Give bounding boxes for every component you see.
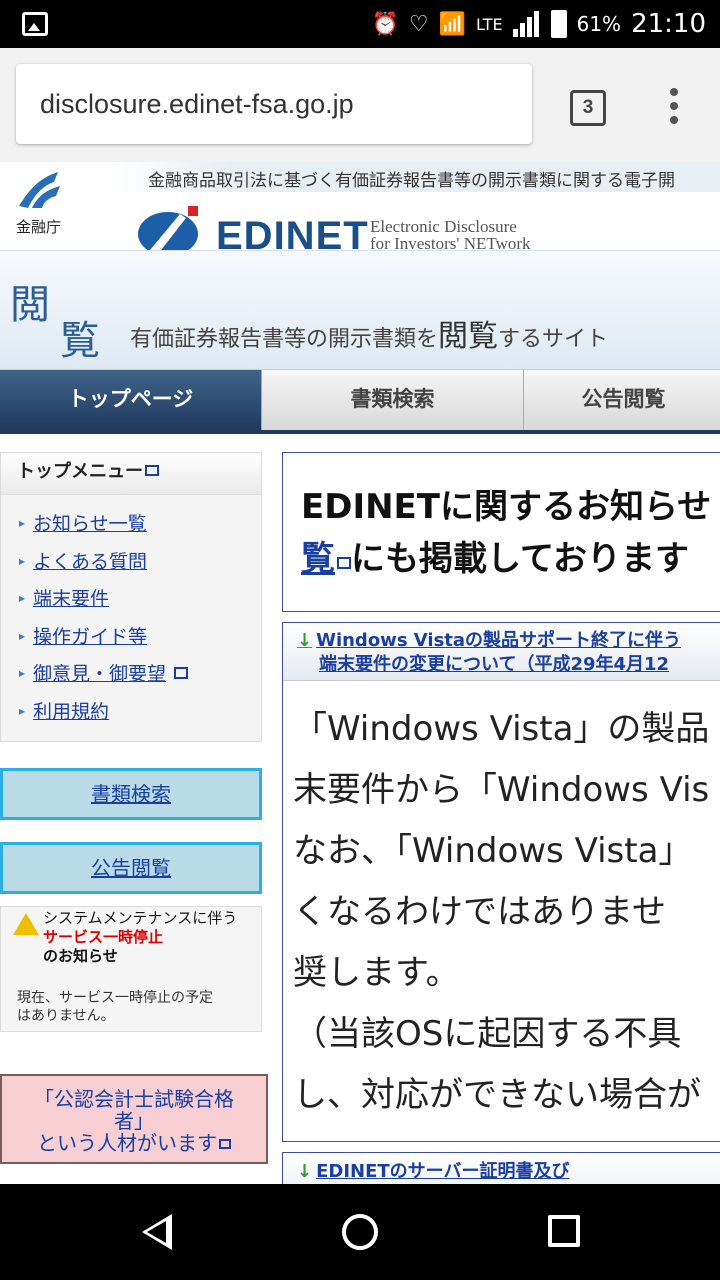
maintenance-title-line1: システムメンテナンスに伴う	[43, 909, 238, 927]
banner-text-c: するサイト	[498, 327, 609, 352]
sidebar-item-label: 御意見・御要望	[33, 663, 167, 685]
new-window-icon	[337, 557, 351, 569]
promo-line3: という人材がいます	[37, 1131, 217, 1155]
promo-line2: 者」	[114, 1109, 154, 1133]
banner-kanji-2: 覧	[60, 318, 100, 364]
top-menu-box: トップメニュー お知らせ一覧 よくある質問 端末要件 操作ガイド等 御意見・御要…	[0, 452, 262, 742]
heart-monitor-icon: ♡	[408, 11, 429, 37]
banner-kanji-1: 閲	[10, 282, 50, 328]
recent-apps-icon[interactable]	[548, 1215, 580, 1247]
article-line: し、対応ができない場合が	[293, 1075, 701, 1115]
news-article: ↓ Windows Vistaの製品サポート終了に伴う 端末要件の変更について（平…	[282, 622, 720, 1142]
sidebar-item-label: 操作ガイド等	[33, 625, 148, 648]
banner-text-b: 閲覧	[438, 319, 499, 354]
public-notice-button[interactable]: 公告閲覧	[0, 842, 262, 894]
maintenance-body-line2: はありません。	[17, 1008, 115, 1024]
sidebar-item-faq[interactable]: よくある質問	[19, 543, 261, 581]
overflow-menu-icon[interactable]	[668, 88, 680, 130]
external-link-icon	[174, 667, 189, 679]
down-arrow-icon: ↓	[297, 630, 313, 651]
public-notice-label: 公告閲覧	[91, 856, 171, 880]
edinet-subtitle-line1: Electronic Disclosure	[370, 217, 517, 236]
sidebar-item-label: お知らせ一覧	[33, 513, 147, 535]
tab-public-notice[interactable]: 公告閲覧	[524, 370, 720, 430]
home-icon[interactable]	[342, 1214, 378, 1250]
sidebar-item-requirements[interactable]: 端末要件	[19, 580, 261, 618]
fsa-name: 金融庁	[16, 218, 62, 236]
battery-icon	[550, 10, 567, 38]
tab-document-search[interactable]: 書類検索	[262, 370, 524, 430]
browser-toolbar: disclosure.edinet-fsa.go.jp 3	[0, 48, 720, 162]
article-line: くなるわけではありませ	[293, 892, 666, 932]
article-title-line1: Windows Vistaの製品サポート終了に伴う	[316, 630, 682, 651]
battery-percent: 61%	[576, 12, 622, 36]
banner-text-a: 有価証券報告書等の開示書類を	[130, 327, 439, 352]
new-window-icon	[145, 465, 159, 476]
fsa-logo-icon	[19, 172, 60, 208]
site-banner: 閲 覧 有価証券報告書等の開示書類を閲覧するサイト	[0, 250, 720, 370]
sidebar-item-guide[interactable]: 操作ガイド等	[19, 618, 261, 656]
tab-switcher-button[interactable]: 3	[570, 90, 606, 126]
top-menu-list: お知らせ一覧 よくある質問 端末要件 操作ガイド等 御意見・御要望 利用規約	[1, 495, 261, 742]
tab-top-page[interactable]: トップページ	[0, 370, 262, 430]
article-line: （当該OSに起因する不具	[293, 1014, 682, 1054]
url-bar[interactable]: disclosure.edinet-fsa.go.jp	[16, 64, 532, 144]
banner-kanji: 閲 覧	[10, 282, 100, 361]
new-window-icon	[219, 1139, 231, 1149]
document-search-button[interactable]: 書類検索	[0, 768, 262, 820]
web-page: 金融商品取引法に基づく有価証券報告書等の開示書類に関する電子開 金融庁 EDIN…	[0, 162, 720, 1184]
maintenance-notice[interactable]: システムメンテナンスに伴う サービス一時停止 のお知らせ 現在、サービス一時停止…	[0, 906, 262, 1032]
back-icon[interactable]	[142, 1214, 172, 1250]
news-notice-box: EDINETに関するお知らせ 覧にも掲載しております	[282, 452, 720, 612]
sidebar-item-label: 利用規約	[33, 700, 110, 723]
warning-icon	[13, 913, 39, 935]
document-search-label: 書類検索	[91, 782, 171, 806]
notice-list-link[interactable]: 覧	[301, 539, 335, 579]
cpa-promo-banner[interactable]: 「公認会計士試験合格 者」 という人材がいます	[0, 1074, 268, 1164]
wifi-icon: 📶	[438, 11, 467, 37]
edinet-subtitle: Electronic Disclosure for Investors' NET…	[370, 218, 531, 252]
sidebar: トップメニュー お知らせ一覧 よくある質問 端末要件 操作ガイド等 御意見・御要…	[0, 452, 268, 1164]
gallery-notification-icon	[22, 12, 48, 36]
promo-line1: 「公認会計士試験合格	[34, 1087, 234, 1111]
clock: 21:10	[631, 9, 706, 39]
sidebar-item-terms[interactable]: 利用規約	[19, 693, 261, 731]
alarm-icon: ⏰	[371, 11, 399, 37]
article-line: 末要件から「Windows Vis	[293, 770, 710, 810]
main-nav: トップページ 書類検索 公告閲覧	[0, 370, 720, 434]
news-article-2-title[interactable]: ↓ EDINETのサーバー証明書及び	[282, 1152, 720, 1184]
signal-icon	[512, 11, 541, 37]
article-title[interactable]: ↓ Windows Vistaの製品サポート終了に伴う 端末要件の変更について（平…	[283, 623, 720, 681]
maintenance-title: システムメンテナンスに伴う サービス一時停止 のお知らせ	[43, 909, 237, 966]
article-body: 「Windows Vista」の製品 末要件から「Windows Vis なお、…	[283, 681, 720, 1126]
article-line: 「Windows Vista」の製品	[293, 709, 710, 749]
maintenance-body-line1: 現在、サービス一時停止の予定	[17, 990, 213, 1006]
sidebar-item-news[interactable]: お知らせ一覧	[19, 505, 261, 543]
article2-title-text: EDINETのサーバー証明書及び	[316, 1161, 570, 1182]
maintenance-title-line3: のお知らせ	[43, 947, 118, 965]
lte-label: LTE	[476, 14, 503, 34]
sidebar-item-label: 端末要件	[33, 588, 110, 610]
article-line: 奨します。	[293, 953, 460, 993]
maintenance-title-line2: サービス一時停止	[43, 928, 164, 946]
article-title-line2: 端末要件の変更について（平成29年4月12	[319, 654, 670, 675]
site-header: 金融商品取引法に基づく有価証券報告書等の開示書類に関する電子開 金融庁 EDIN…	[0, 162, 720, 258]
sidebar-item-feedback[interactable]: 御意見・御要望	[19, 655, 261, 693]
top-menu-heading[interactable]: トップメニュー	[1, 453, 261, 495]
article-line: なお、「Windows Vista」	[293, 831, 693, 871]
notice-heading: EDINETに関するお知らせ	[301, 487, 712, 527]
notice-heading-cont: にも掲載しております	[351, 539, 689, 579]
system-nav-bar	[0, 1184, 720, 1280]
sidebar-item-label: よくある質問	[33, 550, 148, 573]
top-menu-title: トップメニュー	[17, 461, 143, 482]
maintenance-body: 現在、サービス一時停止の予定 はありません。	[17, 989, 213, 1025]
status-bar: ⏰ ♡ 📶 LTE 61% 21:10	[0, 0, 720, 48]
down-arrow-icon: ↓	[297, 1161, 313, 1182]
header-tagline: 金融商品取引法に基づく有価証券報告書等の開示書類に関する電子開	[148, 171, 675, 191]
banner-text: 有価証券報告書等の開示書類を閲覧するサイト	[130, 311, 608, 355]
